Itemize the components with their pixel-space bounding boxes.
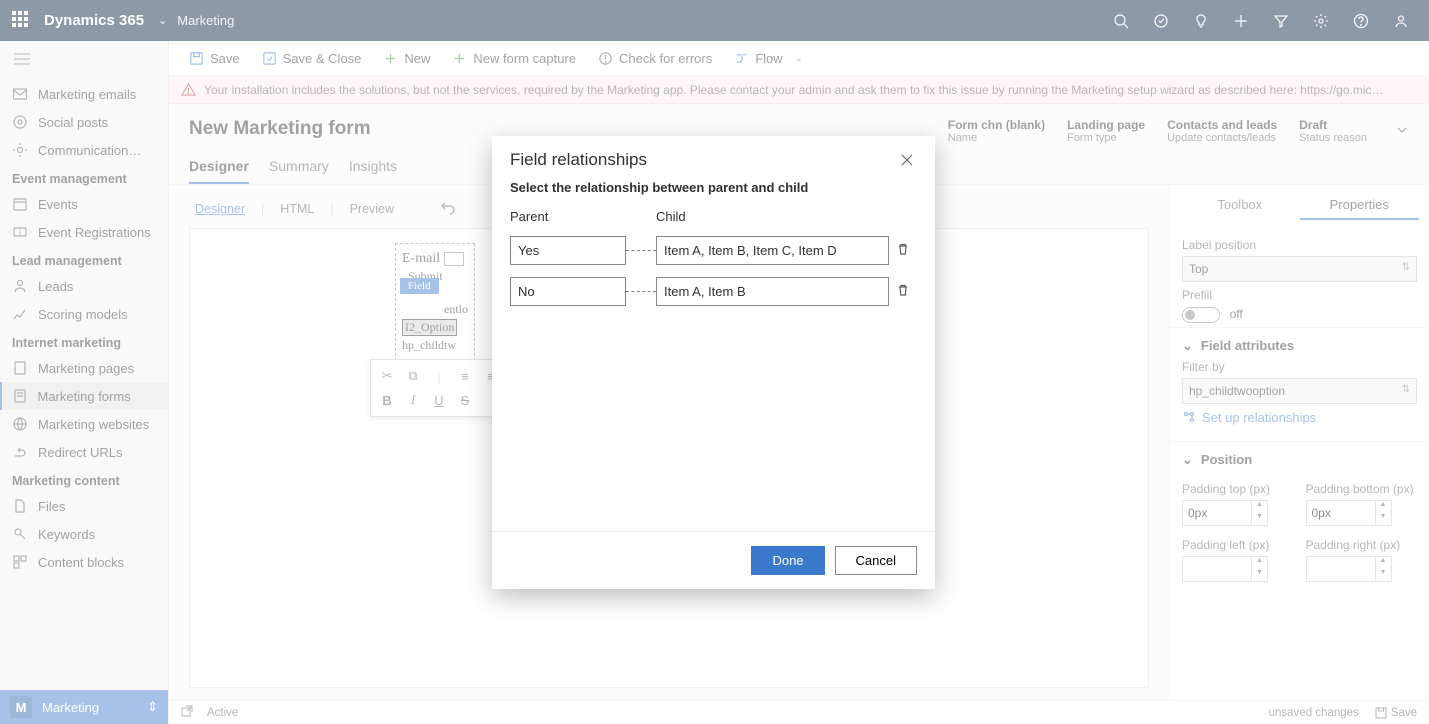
- child-select[interactable]: Item A, Item B, Item C, Item D: [656, 236, 889, 265]
- field-relationships-modal: Field relationships Select the relations…: [492, 136, 935, 589]
- delete-row-icon[interactable]: [889, 242, 917, 259]
- close-icon[interactable]: [897, 150, 917, 170]
- parent-select[interactable]: Yes: [510, 236, 626, 265]
- cancel-button[interactable]: Cancel: [835, 546, 917, 575]
- relationship-row: Yes Item A, Item B, Item C, Item D: [510, 236, 917, 265]
- delete-row-icon[interactable]: [889, 283, 917, 300]
- done-button[interactable]: Done: [751, 546, 824, 575]
- connector-line: [626, 250, 656, 251]
- child-select[interactable]: Item A, Item B: [656, 277, 889, 306]
- modal-title: Field relationships: [510, 150, 647, 170]
- child-column-label: Child: [656, 209, 686, 224]
- modal-description: Select the relationship between parent a…: [510, 180, 917, 195]
- connector-line: [626, 291, 656, 292]
- parent-select[interactable]: No: [510, 277, 626, 306]
- parent-column-label: Parent: [510, 209, 626, 224]
- relationship-row: No Item A, Item B: [510, 277, 917, 306]
